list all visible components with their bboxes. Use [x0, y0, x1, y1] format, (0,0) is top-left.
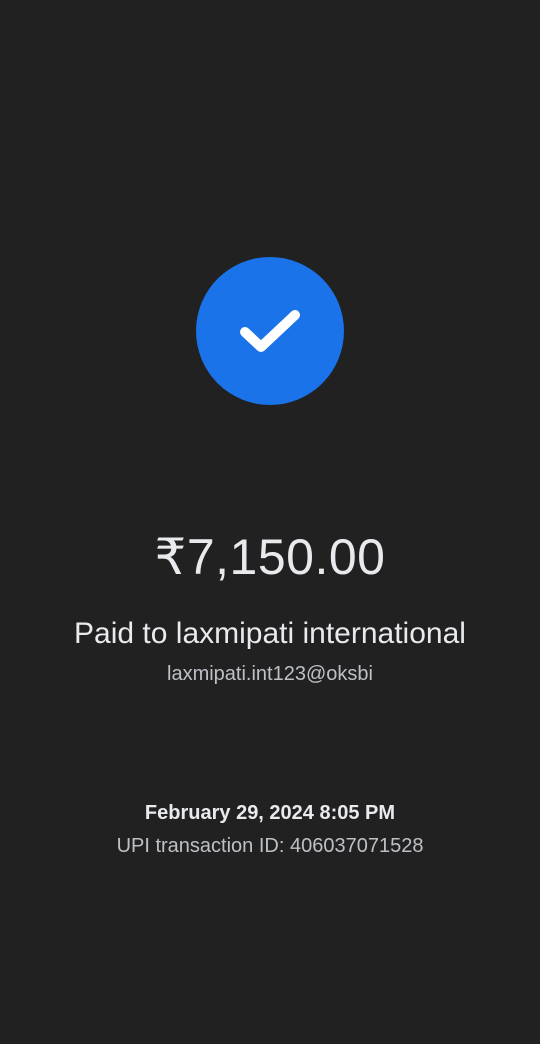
payee-name: Paid to laxmipati international: [74, 617, 466, 650]
payment-datetime: February 29, 2024 8:05 PM: [144, 802, 396, 824]
transaction-id: UPI transaction ID: 406037071528: [116, 835, 424, 857]
check-icon: [240, 310, 300, 352]
payee-upi-id: laxmipati.int123@oksbi: [167, 663, 373, 685]
payment-amount: ₹7,150.00: [154, 529, 386, 585]
success-badge: [196, 257, 344, 405]
payment-success-screen: ₹7,150.00 Paid to laxmipati internationa…: [0, 0, 540, 1044]
